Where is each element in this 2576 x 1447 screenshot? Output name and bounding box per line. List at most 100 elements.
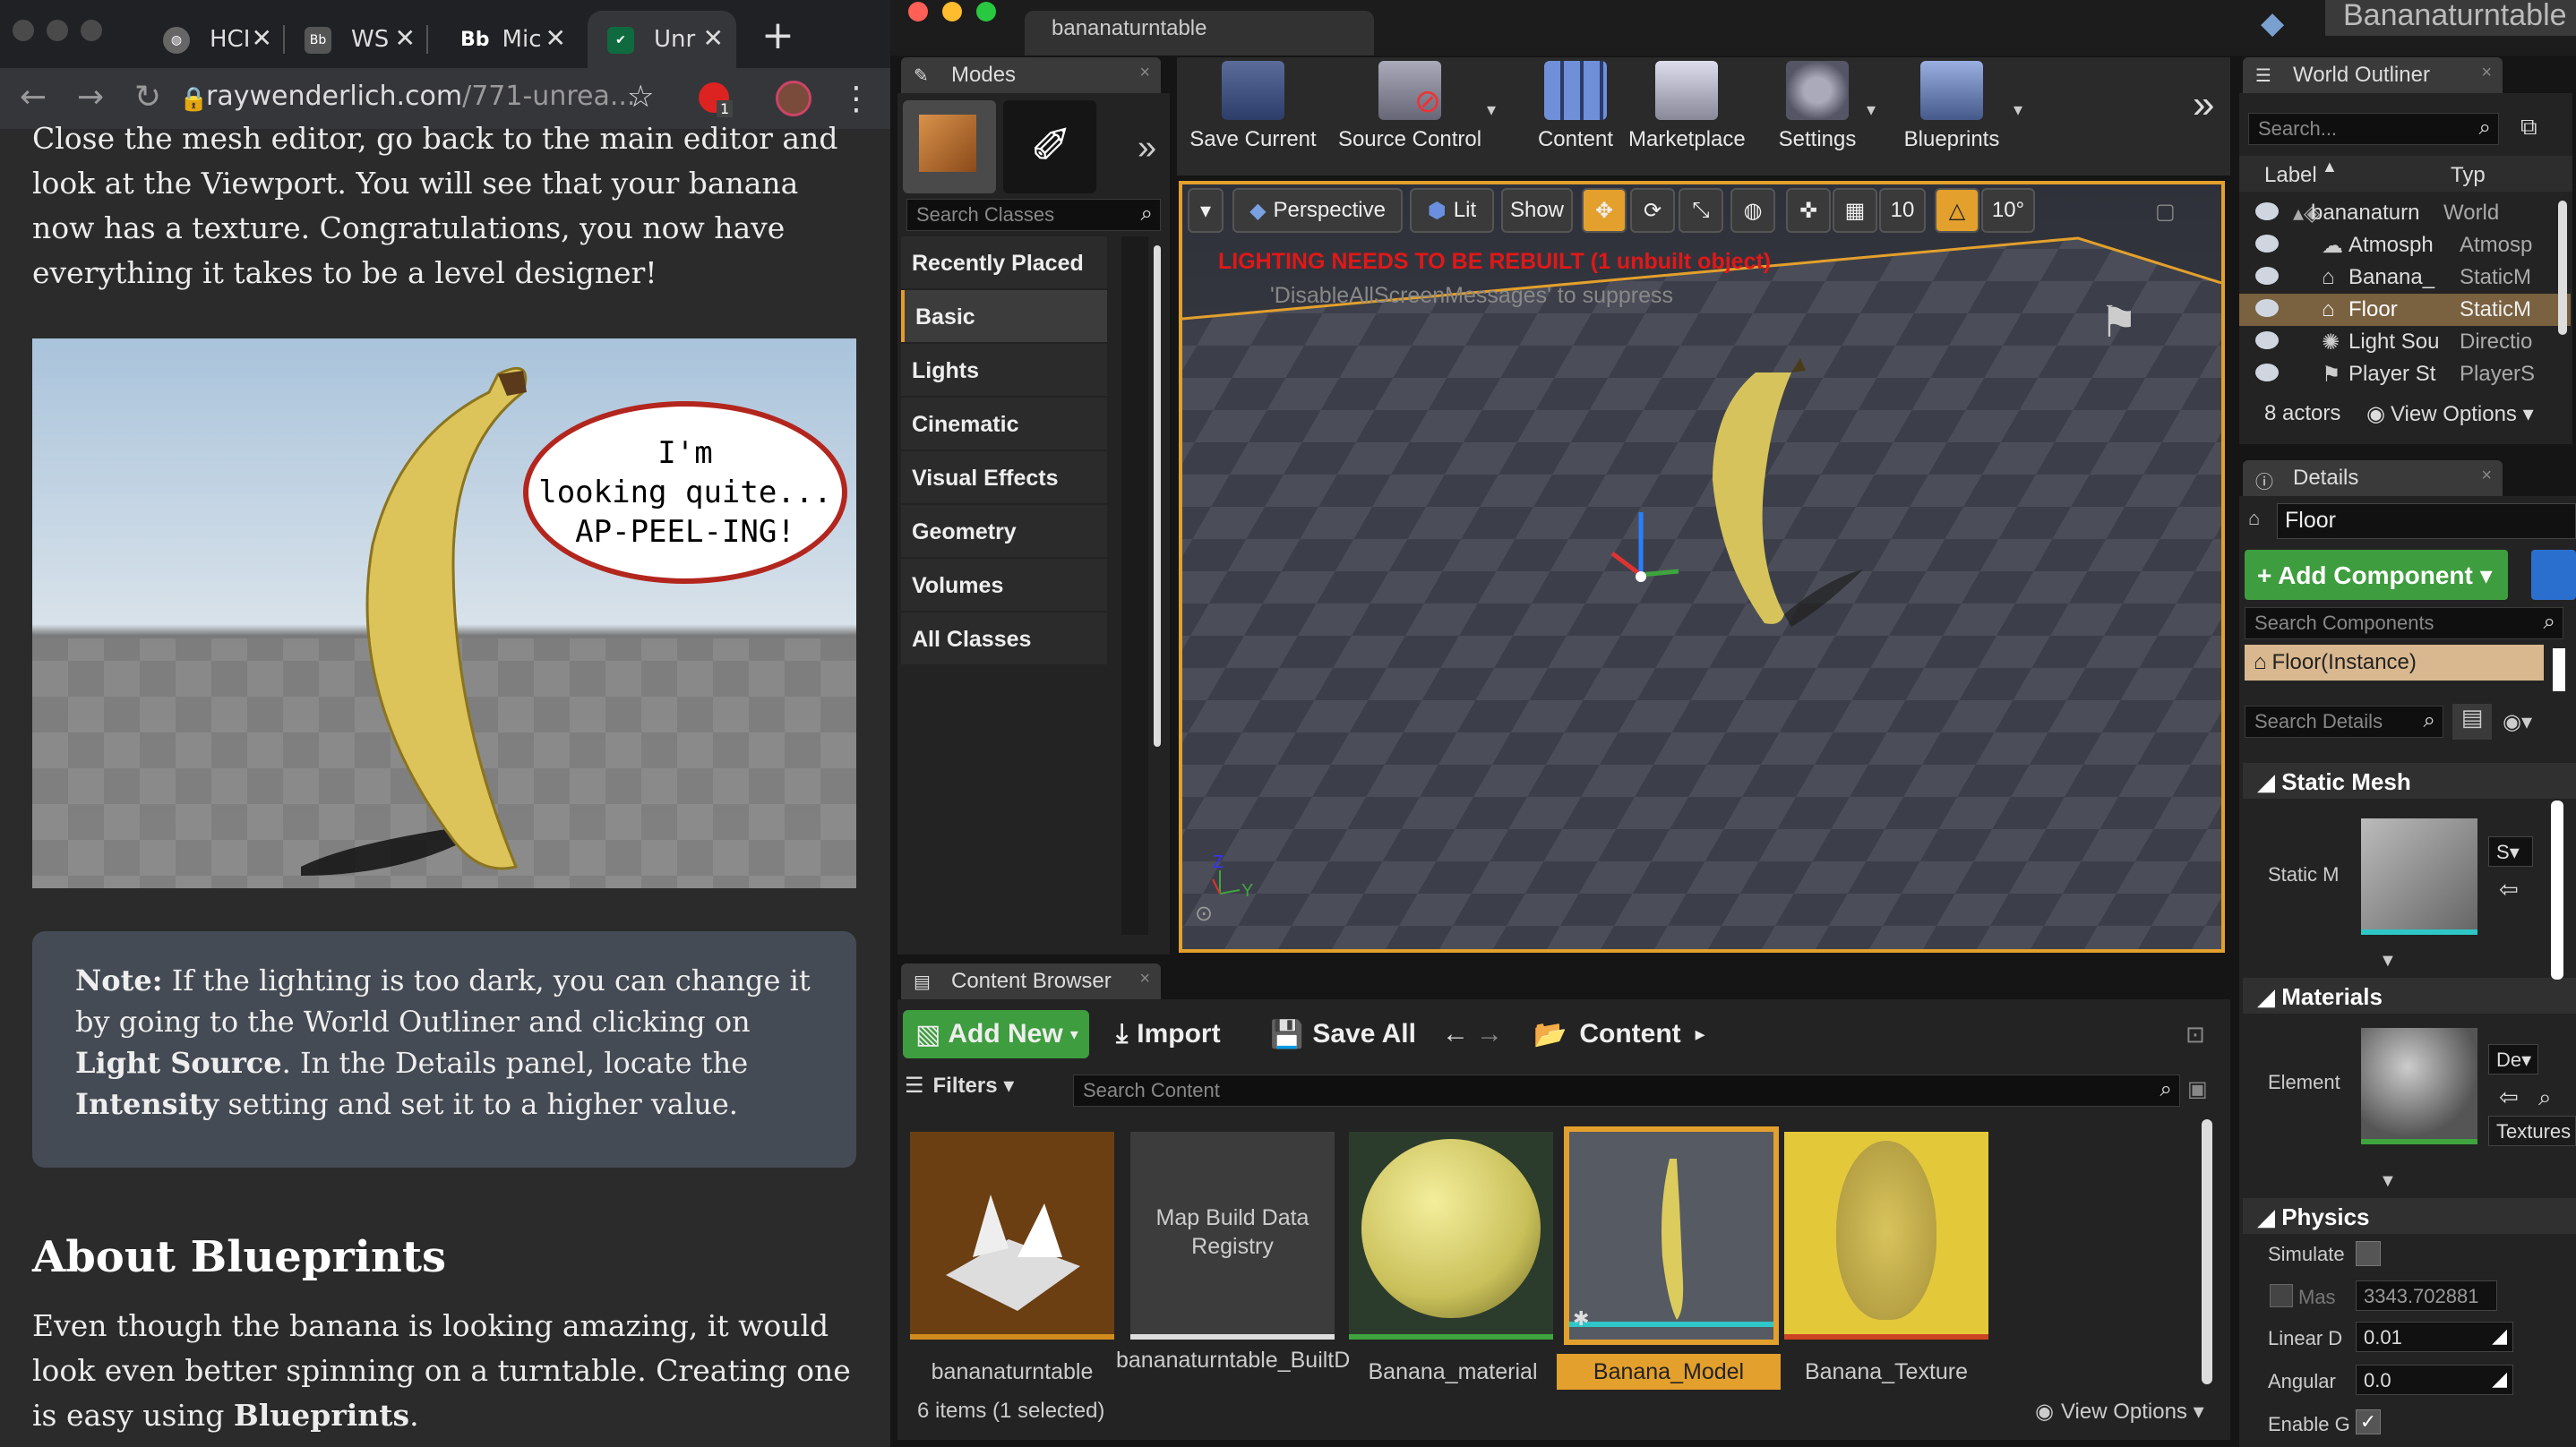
settings-button[interactable]: Settings [1768,61,1867,168]
use-selected-icon[interactable]: ⇦ [2499,1083,2519,1111]
outliner-scrollbar[interactable] [2558,201,2567,335]
tab-content-browser[interactable]: ▤ Content Browser × [901,963,1161,999]
level-viewport[interactable]: Z Y ⊙ LIGHTING NEEDS TO BE REBUILT (1 un… [1179,181,2225,953]
blueprint-script-button[interactable] [2531,550,2576,600]
close-tab-icon[interactable]: ✕ [395,23,416,53]
grid-size-dropdown[interactable]: 10 [1879,188,1926,233]
textures-dropdown[interactable]: Textures [2488,1116,2576,1146]
tab-modes[interactable]: ✎ Modes × [901,57,1161,93]
simulate-checkbox[interactable] [2356,1241,2381,1266]
eye-icon[interactable]: ◉▾ [2503,709,2532,735]
browser-tab-active[interactable]: ✔ Unr ✕ [588,11,736,68]
help-icon[interactable]: ⊙ [1195,901,1213,927]
search-details-input[interactable]: Search Details ⌕ [2245,706,2443,738]
close-tab-icon[interactable]: × [1139,969,1150,989]
zoom-window-button[interactable] [81,20,102,41]
expand-icon[interactable]: ▼ [2379,951,2397,972]
outliner-row[interactable]: ✺ Light Sou Directio [2239,326,2571,358]
back-icon[interactable]: ← [20,79,47,116]
save-current-button[interactable]: Save Current [1186,61,1320,168]
category-volumes[interactable]: Volumes [901,559,1107,611]
rotation-size-dropdown[interactable]: 10° [1981,188,2035,233]
close-window-button[interactable] [13,20,34,41]
col-type[interactable]: Typ [2451,163,2486,188]
col-label[interactable]: Label [2264,163,2317,188]
avatar[interactable] [776,81,811,116]
material-thumbnail[interactable] [2361,1028,2477,1144]
browser-tab[interactable]: Bb WS ✕ [285,11,428,68]
asset-tile-texture[interactable] [1784,1132,1988,1340]
category-visual-effects[interactable]: Visual Effects [901,451,1107,503]
tab-world-outliner[interactable]: ☰ World Outliner × [2243,57,2503,93]
modes-scrollbar[interactable] [1154,245,1161,747]
search-classes-input[interactable]: Search Classes ⌕ [906,199,1161,231]
mesh-dropdown[interactable]: S▾ [2488,836,2533,867]
forward-icon[interactable]: → [77,79,104,116]
import-button[interactable]: ⤓ Import [1116,1010,1221,1058]
new-tab-icon[interactable]: + [761,13,794,58]
close-tab-icon[interactable]: ✕ [545,23,566,53]
content-scrollbar[interactable] [2202,1119,2212,1384]
show-button[interactable]: Show [1501,188,1573,233]
url-field[interactable]: raywenderlich.com/771-unrea... [206,81,635,112]
perspective-button[interactable]: ◆ Perspective [1232,188,1403,233]
blueprints-button[interactable]: Blueprints [1893,61,2010,168]
world-space-icon[interactable]: ◍ [1730,188,1775,233]
tab-details[interactable]: ⓘ Details × [2243,460,2503,496]
section-physics[interactable]: ◢ Physics [2243,1198,2576,1234]
maximize-viewport-icon[interactable]: ▢ [2155,199,2176,225]
outliner-search-input[interactable]: Search... ⌕ [2248,113,2499,145]
details-scrollbar[interactable] [2551,801,2563,980]
save-search-icon[interactable]: ▣ [2187,1076,2208,1102]
marketplace-button[interactable]: Marketplace [1628,61,1746,168]
close-tab-icon[interactable]: ✕ [703,23,724,53]
more-toolbar-icon[interactable]: » [2193,82,2214,127]
add-filter-icon[interactable]: ⧉ [2520,113,2537,141]
category-all-classes[interactable]: All Classes [901,612,1107,664]
lock-icon[interactable]: ⊡ [2185,1021,2205,1049]
browse-icon[interactable]: ⌕ [2538,1083,2552,1112]
outliner-row[interactable]: ⌂ Banana_ StaticM [2239,261,2571,294]
category-lights[interactable]: Lights [901,344,1107,396]
viewport-options-button[interactable]: ▾ [1188,188,1224,233]
source-control-button[interactable]: ⊘ Source Control [1329,61,1490,168]
chevron-down-icon[interactable]: ▾ [2014,98,2022,121]
search-components-input[interactable]: Search Components ⌕ [2245,607,2563,639]
translate-tool-icon[interactable]: ✥ [1582,188,1627,233]
chevron-down-icon[interactable]: ▾ [1867,98,1876,121]
category-geometry[interactable]: Geometry [901,505,1107,557]
level-tab[interactable]: bananaturntable [1025,11,1374,56]
section-static-mesh[interactable]: ◢ Static Mesh [2243,763,2576,799]
mesh-thumbnail[interactable] [2361,818,2477,935]
content-button[interactable]: Content [1526,61,1625,168]
eye-icon[interactable] [2255,331,2279,349]
asset-tile-level[interactable] [910,1132,1114,1340]
outliner-row[interactable]: ▴◈ bananaturn World [2239,197,2571,229]
asset-tile-material[interactable] [1349,1132,1553,1340]
rotate-tool-icon[interactable]: ⟳ [1630,188,1675,233]
rotation-snap-icon[interactable]: △ [1935,188,1979,233]
view-options-button[interactable]: ◉ View Options ▾ [2035,1399,2204,1425]
surface-snap-icon[interactable]: ✜ [1786,188,1831,233]
mass-override-checkbox[interactable] [2270,1284,2293,1307]
close-tab-icon[interactable]: × [2481,63,2492,83]
linear-damping-field[interactable]: 0.01 ◢ [2356,1322,2513,1352]
component-floor-instance[interactable]: ⌂ Floor(Instance) [2245,645,2544,681]
eye-icon[interactable] [2255,235,2279,253]
category-recently-placed[interactable]: Recently Placed [901,236,1107,288]
close-tab-icon[interactable]: × [2481,466,2492,486]
search-content-input[interactable]: Search Content ⌕ [1073,1075,2180,1107]
minimize-window-button[interactable] [942,2,962,21]
actor-name-field[interactable]: Floor [2277,503,2576,539]
filters-button[interactable]: ☰ Filters ▾ [905,1073,1014,1099]
paint-mode-icon[interactable]: ✐ [1003,100,1096,193]
save-all-button[interactable]: 💾 Save All [1270,1010,1416,1058]
bookmark-star-icon[interactable]: ☆ [627,79,654,115]
eye-icon[interactable] [2255,364,2279,381]
forward-arrow-icon[interactable]: → [1476,1019,1503,1049]
category-basic[interactable]: Basic [901,290,1107,342]
path-content[interactable]: 📂 Content ▸ [1533,1010,1705,1058]
angular-damping-field[interactable]: 0.0 ◢ [2356,1365,2513,1395]
mass-field[interactable]: 3343.702881 [2356,1280,2497,1311]
chevron-down-icon[interactable]: ▾ [1487,98,1496,121]
